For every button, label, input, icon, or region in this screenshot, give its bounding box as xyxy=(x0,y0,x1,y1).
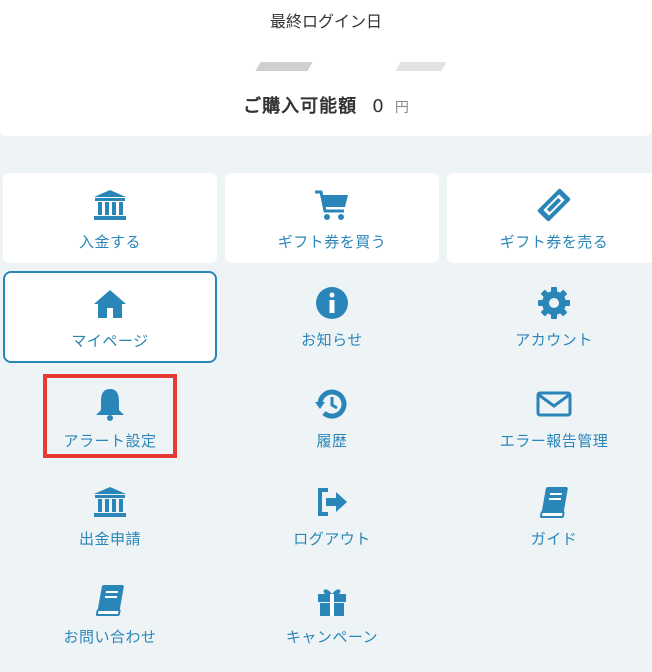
menu-withdraw-button[interactable]: 出金申請 xyxy=(3,470,217,560)
menu-guide-label: ガイド xyxy=(530,529,578,548)
history-icon xyxy=(315,389,347,419)
menu-logout-button[interactable]: ログアウト xyxy=(225,470,439,560)
last-login-label: 最終ログイン日 xyxy=(269,12,382,31)
menu-withdraw-label: 出金申請 xyxy=(78,529,141,548)
menu-error-report-label: エラー報告管理 xyxy=(499,431,609,450)
purchase-unit: 円 xyxy=(394,100,409,116)
menu-guide-button[interactable]: ガイド xyxy=(447,470,652,560)
purchase-amount: 0 xyxy=(372,96,384,117)
cart-icon xyxy=(315,190,348,220)
gift-icon xyxy=(318,588,346,616)
menu-contact-button[interactable]: お問い合わせ xyxy=(3,568,217,658)
menu-notice-label: お知らせ xyxy=(301,330,363,349)
book-icon xyxy=(95,584,124,616)
purchase-label: ご購入可能額 xyxy=(243,96,358,117)
envelope-icon xyxy=(536,391,572,416)
book-icon xyxy=(539,486,568,518)
menu-buy-gift-label: ギフト券を買う xyxy=(277,232,387,251)
logout-icon xyxy=(318,487,347,516)
menu-history-label: 履歴 xyxy=(316,431,348,450)
menu-mypage-button[interactable]: マイページ xyxy=(3,271,217,363)
menu-contact-label: お問い合わせ xyxy=(63,627,157,646)
menu-sell-gift-button[interactable]: ギフト券を売る xyxy=(447,173,652,263)
menu-sell-gift-label: ギフト券を売る xyxy=(499,232,609,251)
menu-error-report-button[interactable]: エラー報告管理 xyxy=(447,372,652,462)
gear-icon xyxy=(538,286,570,319)
menu-campaign-label: キャンペーン xyxy=(285,627,379,646)
menu-deposit-label: 入金する xyxy=(78,232,141,251)
menu-notice-button[interactable]: お知らせ xyxy=(225,271,439,361)
menu-deposit-button[interactable]: 入金する xyxy=(3,173,217,263)
bank-icon xyxy=(94,486,126,517)
last-login-value-placeholder xyxy=(395,62,447,71)
home-icon xyxy=(94,289,126,318)
menu-logout-label: ログアウト xyxy=(293,529,371,548)
menu-campaign-button[interactable]: キャンペーン xyxy=(225,568,439,658)
menu-mypage-label: マイページ xyxy=(71,331,149,350)
last-login-value-placeholder xyxy=(255,62,313,71)
info-icon xyxy=(316,286,348,319)
highlight-box xyxy=(43,374,177,458)
bank-icon xyxy=(94,189,126,220)
account-summary-card: 最終ログイン日 ご購入可能額 0 円 xyxy=(0,0,652,136)
ticket-icon xyxy=(537,188,571,221)
menu-account-label: アカウント xyxy=(515,330,593,349)
purchase-amount-row: ご購入可能額 0 円 xyxy=(0,92,652,118)
menu-account-button[interactable]: アカウント xyxy=(447,271,652,361)
menu-history-button[interactable]: 履歴 xyxy=(225,372,439,462)
menu-buy-gift-button[interactable]: ギフト券を買う xyxy=(225,173,439,263)
